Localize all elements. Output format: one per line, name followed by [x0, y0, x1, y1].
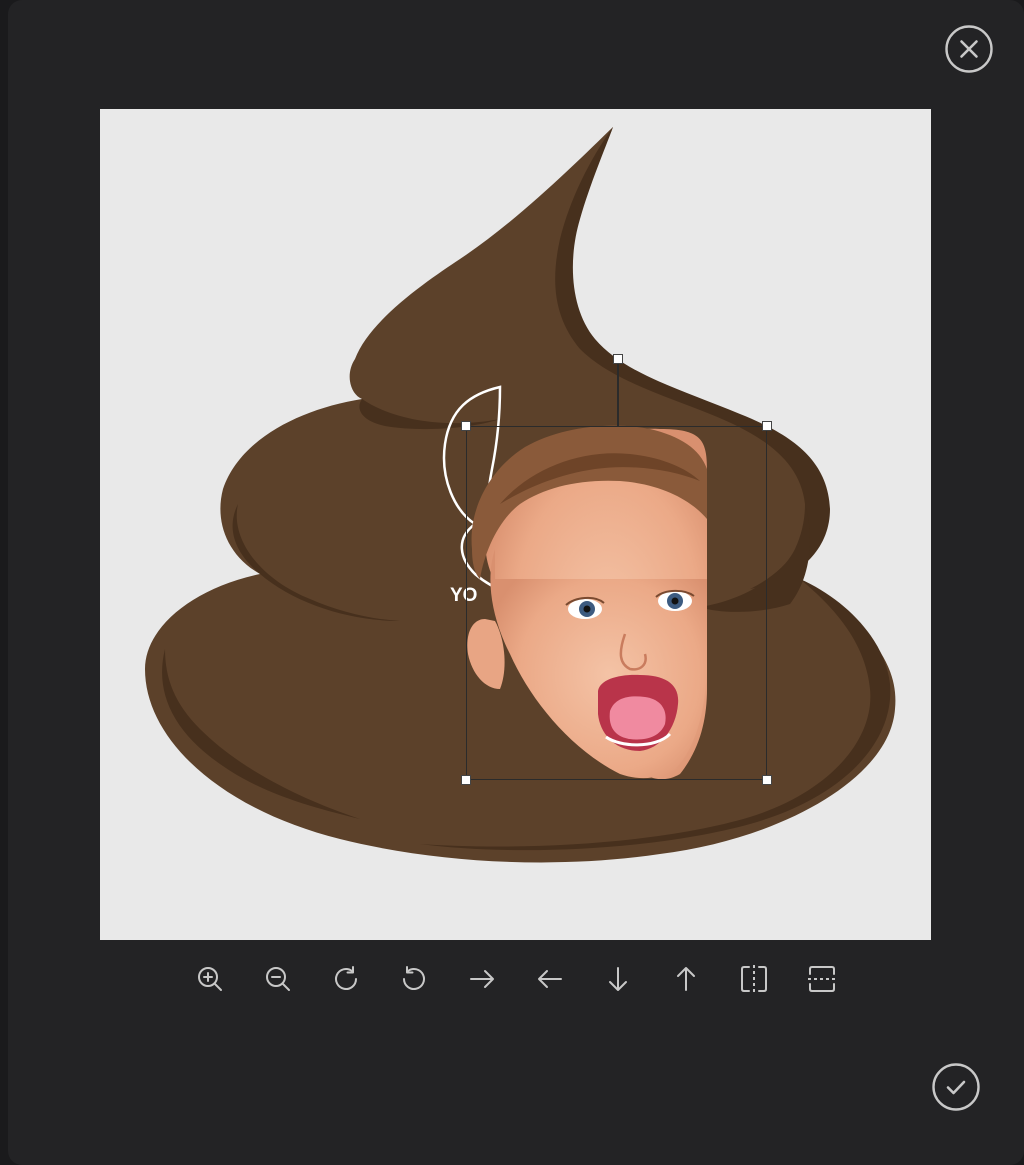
close-circle-icon [945, 25, 993, 73]
rotation-line [617, 359, 619, 427]
move-up-button[interactable] [662, 955, 710, 1003]
editor-canvas[interactable]: YO [100, 109, 931, 940]
resize-handle-bottom-left[interactable] [461, 775, 471, 785]
arrow-down-icon [609, 967, 627, 991]
flip-horizontal-icon [741, 965, 767, 993]
resize-handle-top-left[interactable] [461, 421, 471, 431]
flip-horizontal-button[interactable] [730, 955, 778, 1003]
confirm-button[interactable] [932, 1063, 980, 1111]
zoom-in-button[interactable] [186, 955, 234, 1003]
rotate-left-button[interactable] [390, 955, 438, 1003]
rotate-right-button[interactable] [322, 955, 370, 1003]
arrow-right-icon [470, 970, 494, 988]
resize-handle-bottom-right[interactable] [762, 775, 772, 785]
flip-vertical-icon [808, 966, 836, 992]
move-left-button[interactable] [526, 955, 574, 1003]
rotate-right-icon [335, 966, 357, 990]
check-circle-icon [932, 1063, 980, 1111]
arrow-up-icon [677, 967, 695, 991]
rotate-handle[interactable] [613, 354, 623, 364]
move-right-button[interactable] [458, 955, 506, 1003]
selection-box[interactable] [461, 354, 772, 785]
rotate-left-icon [403, 966, 425, 990]
resize-handle-top-right[interactable] [762, 421, 772, 431]
zoom-out-button[interactable] [254, 955, 302, 1003]
editor-toolbar [186, 955, 846, 1003]
zoom-in-icon [198, 967, 222, 991]
flip-vertical-button[interactable] [798, 955, 846, 1003]
move-down-button[interactable] [594, 955, 642, 1003]
close-button[interactable] [945, 25, 993, 73]
arrow-left-icon [538, 970, 562, 988]
zoom-out-icon [266, 967, 290, 991]
